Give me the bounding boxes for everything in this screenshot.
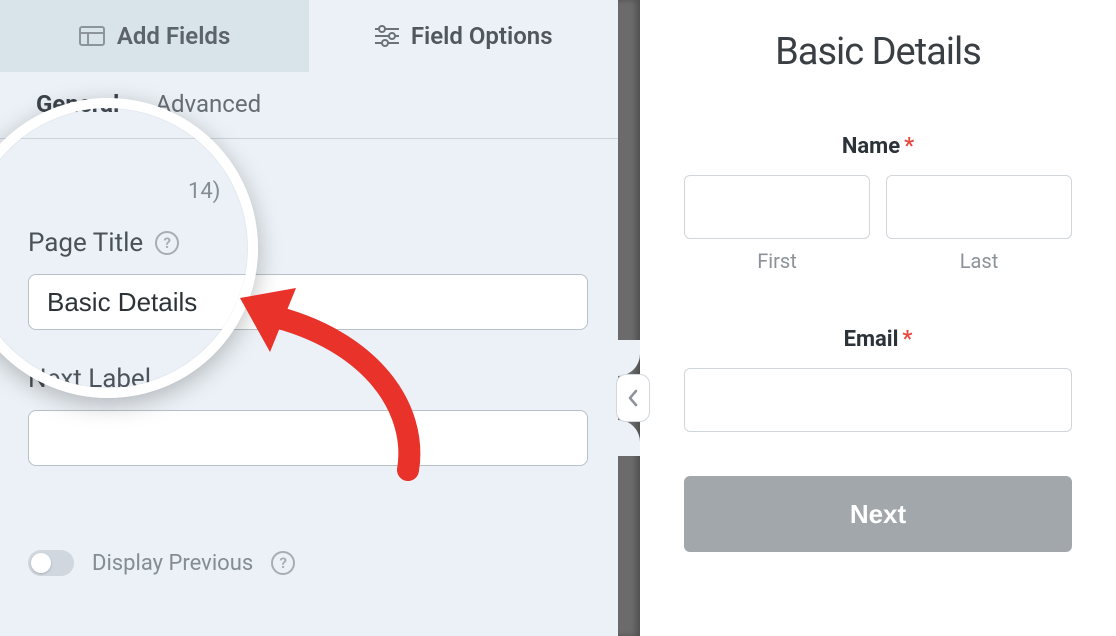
top-tabs: Add Fields Field Options xyxy=(0,0,618,72)
display-previous-label: Display Previous xyxy=(92,551,253,576)
next-button[interactable]: Next xyxy=(684,476,1072,552)
subtab-advanced[interactable]: Advanced xyxy=(155,90,261,124)
collapse-handle[interactable] xyxy=(616,374,650,422)
form-preview: Basic Details Name* First Last Email* Ne… xyxy=(640,0,1116,636)
first-name-sublabel: First xyxy=(757,249,797,273)
tab-field-options-label: Field Options xyxy=(411,22,553,50)
sub-tabs: General Advanced xyxy=(0,72,618,139)
settings-panel: Add Fields Field Options General Advance… xyxy=(0,0,618,636)
chevron-left-icon xyxy=(627,389,639,407)
last-name-input[interactable] xyxy=(886,175,1072,239)
settings-body: 14) Page Title ? Next Label Display Prev… xyxy=(0,139,618,596)
name-fields-row: First Last xyxy=(684,175,1072,273)
sliders-icon xyxy=(375,25,399,47)
first-name-input[interactable] xyxy=(684,175,870,239)
preview-page-title: Basic Details xyxy=(775,30,981,74)
panel-divider xyxy=(618,0,640,636)
form-fields-icon xyxy=(79,26,105,46)
display-previous-toggle[interactable] xyxy=(28,550,74,576)
tab-add-fields[interactable]: Add Fields xyxy=(0,0,309,72)
page-title-input[interactable] xyxy=(28,274,588,330)
page-title-label: Page Title xyxy=(28,228,143,258)
subtab-general[interactable]: General xyxy=(36,90,119,124)
email-field-label: Email* xyxy=(684,327,1072,352)
last-name-sublabel: Last xyxy=(960,249,999,273)
next-label-label: Next Label xyxy=(28,364,151,394)
field-id-text: 14) xyxy=(28,159,590,228)
email-input[interactable] xyxy=(684,368,1072,432)
help-icon[interactable]: ? xyxy=(271,551,295,575)
next-label-input[interactable] xyxy=(28,410,588,466)
help-icon[interactable]: ? xyxy=(155,231,179,255)
tab-field-options[interactable]: Field Options xyxy=(309,0,618,72)
tab-add-fields-label: Add Fields xyxy=(117,22,230,50)
toggle-knob xyxy=(31,553,51,573)
name-field-label: Name* xyxy=(842,134,914,159)
